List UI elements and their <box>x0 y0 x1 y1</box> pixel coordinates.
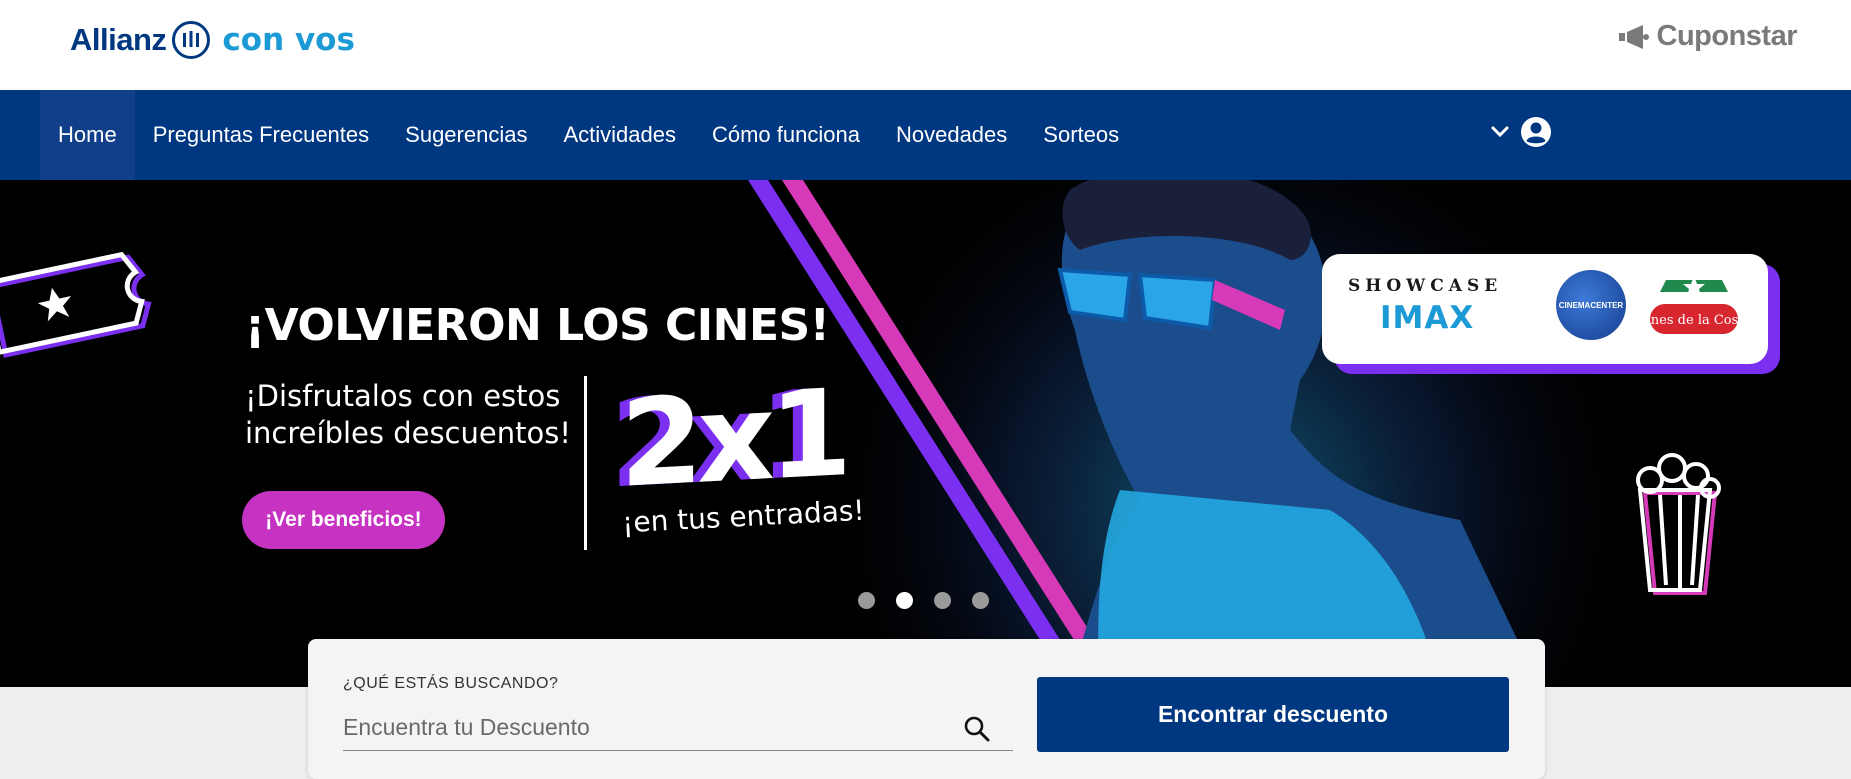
find-discount-button[interactable]: Encontrar descuento <box>1037 677 1509 752</box>
hero-title: ¡VOLVIERON LOS CINES! <box>245 300 830 351</box>
cines-de-la-costa-text: Cines de la Costa <box>1646 313 1742 328</box>
brand-name: Allianz <box>70 22 167 57</box>
user-circle-icon[interactable] <box>1520 116 1552 148</box>
allianz-eagle-icon <box>172 21 211 59</box>
cines-de-la-costa-logo: Cines de la Costa <box>1646 276 1742 334</box>
hero-subtitle: ¡Disfrutalos con estos increíbles descue… <box>245 379 571 450</box>
showcase-logo: SHOWCASE <box>1348 276 1503 296</box>
carousel-dot[interactable] <box>934 592 951 609</box>
top-header: Allianz con vos Cuponstar <box>0 0 1851 90</box>
cinemacenter-logo: CINEMACENTER <box>1556 270 1626 340</box>
partners-card: SHOWCASE IMAX CINEMACENTER Cines de la C… <box>1322 254 1768 364</box>
carousel-dots <box>858 592 989 609</box>
main-nav: Home Preguntas Frecuentes Sugerencias Ac… <box>0 90 1851 180</box>
search-label: ¿QUÉ ESTÁS BUSCANDO? <box>343 675 559 692</box>
promo-2x1: 2x1 <box>620 364 847 515</box>
chevron-down-icon[interactable] <box>1490 125 1510 139</box>
ver-beneficios-button[interactable]: ¡Ver beneficios! <box>242 491 445 549</box>
hero-divider <box>584 376 587 550</box>
carousel-dot-active[interactable] <box>896 592 913 609</box>
nav-item-novedades[interactable]: Novedades <box>878 90 1025 180</box>
nav-item-preguntas-frecuentes[interactable]: Preguntas Frecuentes <box>135 90 387 180</box>
nav-item-como-funciona[interactable]: Cómo funciona <box>694 90 878 180</box>
cuponstar-logo: Cuponstar <box>1617 20 1798 53</box>
cuponstar-wordmark: Cuponstar <box>1656 20 1798 52</box>
user-menu[interactable] <box>1490 116 1552 148</box>
hero-banner[interactable]: ¡VOLVIERON LOS CINES! ¡Disfrutalos con e… <box>0 180 1851 687</box>
brand-suffix: con vos <box>222 22 355 58</box>
search-card: ¿QUÉ ESTÁS BUSCANDO? Encontrar descuento <box>308 639 1545 779</box>
carousel-dot[interactable] <box>858 592 875 609</box>
carousel-dot[interactable] <box>972 592 989 609</box>
nav-list: Home Preguntas Frecuentes Sugerencias Ac… <box>40 90 1137 180</box>
allianz-logo[interactable]: Allianz con vos <box>70 18 355 62</box>
search-icon[interactable] <box>963 715 991 743</box>
imax-logo: IMAX <box>1380 300 1475 336</box>
nav-item-home[interactable]: Home <box>40 90 135 180</box>
nav-item-sorteos[interactable]: Sorteos <box>1025 90 1137 180</box>
nav-item-sugerencias[interactable]: Sugerencias <box>387 90 545 180</box>
megaphone-icon <box>1618 24 1649 49</box>
search-input[interactable] <box>343 705 1013 751</box>
nav-item-actividades[interactable]: Actividades <box>545 90 694 180</box>
